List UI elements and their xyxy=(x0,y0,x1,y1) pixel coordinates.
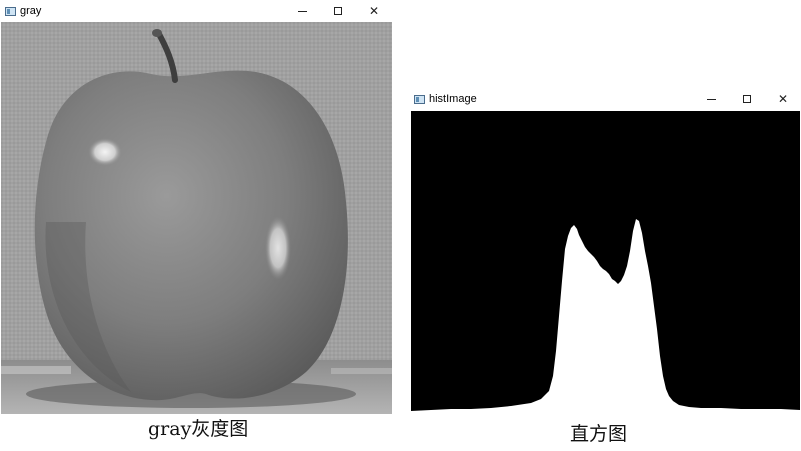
close-icon: ✕ xyxy=(777,92,789,106)
gray-apple-image xyxy=(1,22,392,414)
minimize-button[interactable] xyxy=(284,0,320,22)
minimize-button[interactable] xyxy=(693,88,729,110)
window-title: gray xyxy=(20,5,42,17)
gray-window: gray ✕ xyxy=(0,0,392,415)
histogram-image xyxy=(411,111,800,414)
maximize-icon xyxy=(334,7,342,15)
window-title: histImage xyxy=(429,93,477,105)
hist-caption: 直方图 xyxy=(570,423,628,445)
minimize-icon xyxy=(706,98,716,100)
maximize-button[interactable] xyxy=(320,0,356,22)
close-button[interactable]: ✕ xyxy=(765,88,801,110)
app-window-icon xyxy=(5,6,16,16)
maximize-button[interactable] xyxy=(729,88,765,110)
maximize-icon xyxy=(743,95,751,103)
gray-caption: gray灰度图 xyxy=(148,418,249,440)
close-icon: ✕ xyxy=(368,4,380,18)
minimize-icon xyxy=(297,10,307,12)
app-window-icon xyxy=(414,94,425,104)
hist-window: histImage ✕ xyxy=(409,88,801,415)
gray-window-titlebar[interactable]: gray ✕ xyxy=(0,0,392,22)
hist-window-titlebar[interactable]: histImage ✕ xyxy=(409,88,801,110)
close-button[interactable]: ✕ xyxy=(356,0,392,22)
